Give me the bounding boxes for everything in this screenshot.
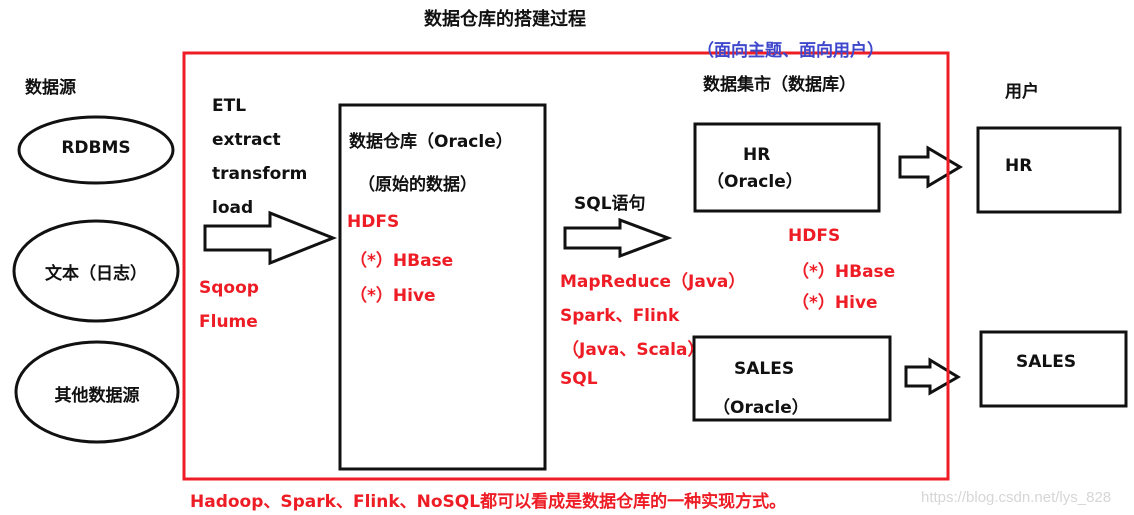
etl-transform-label: transform	[212, 164, 308, 184]
source-label-other: 其他数据源	[54, 386, 140, 406]
user-sales-label: SALES	[1016, 352, 1077, 372]
source-label-rdbms: RDBMS	[61, 138, 131, 158]
etl-label: ETL	[212, 96, 247, 116]
mart-tech-hdfs: HDFS	[788, 226, 841, 246]
users-heading: 用户	[1005, 82, 1039, 102]
warehouse-tech-hbase: （*）HBase	[350, 251, 454, 271]
mart-hr-sub: （Oracle）	[707, 172, 803, 192]
etl-tool-sqoop: Sqoop	[199, 278, 259, 298]
diagram-shapes	[12, 51, 1128, 481]
warehouse-tech-hive: （*）Hive	[350, 286, 436, 306]
user-box-hr	[976, 126, 1122, 214]
processing-tech-mapreduce: MapReduce（Java）	[560, 272, 746, 292]
etl-arrow-icon	[203, 210, 338, 266]
mart-tech-hive: （*）Hive	[792, 293, 878, 313]
watermark: https://blog.csdn.net/lys_828	[921, 489, 1112, 506]
sql-statement-label: SQL语句	[574, 194, 646, 214]
warehouse-subtitle: （原始的数据）	[358, 175, 477, 195]
sources-heading: 数据源	[25, 78, 76, 98]
warehouse-tech-hdfs: HDFS	[347, 212, 400, 232]
sales-user-arrow-icon	[904, 357, 961, 396]
footer-note: Hadoop、Spark、Flink、NoSQL都可以看成是数据仓库的一种实现方…	[190, 492, 787, 512]
etl-load-label: load	[212, 198, 254, 218]
mart-heading: 数据集市（数据库）	[703, 75, 856, 95]
mart-hr-name: HR	[743, 145, 771, 165]
processing-tech-sql: SQL	[560, 369, 598, 389]
etl-tool-flume: Flume	[199, 312, 258, 332]
user-hr-label: HR	[1005, 156, 1033, 176]
mart-note: （面向主题、面向用户）	[697, 41, 884, 61]
source-label-text-log: 文本（日志）	[45, 264, 147, 284]
hr-user-arrow-icon	[898, 145, 963, 189]
mart-sales-sub: （Oracle）	[713, 398, 809, 418]
processing-tech-spark-flink: Spark、Flink	[560, 306, 680, 326]
warehouse-title: 数据仓库（Oracle）	[349, 132, 513, 152]
etl-extract-label: extract	[212, 130, 281, 150]
processing-tech-languages: （Java、Scala）	[562, 340, 705, 360]
page-title: 数据仓库的搭建过程	[424, 9, 586, 30]
mart-tech-hbase: （*）HBase	[792, 262, 896, 282]
mart-sales-name: SALES	[734, 359, 795, 379]
sql-arrow-icon	[563, 217, 673, 259]
